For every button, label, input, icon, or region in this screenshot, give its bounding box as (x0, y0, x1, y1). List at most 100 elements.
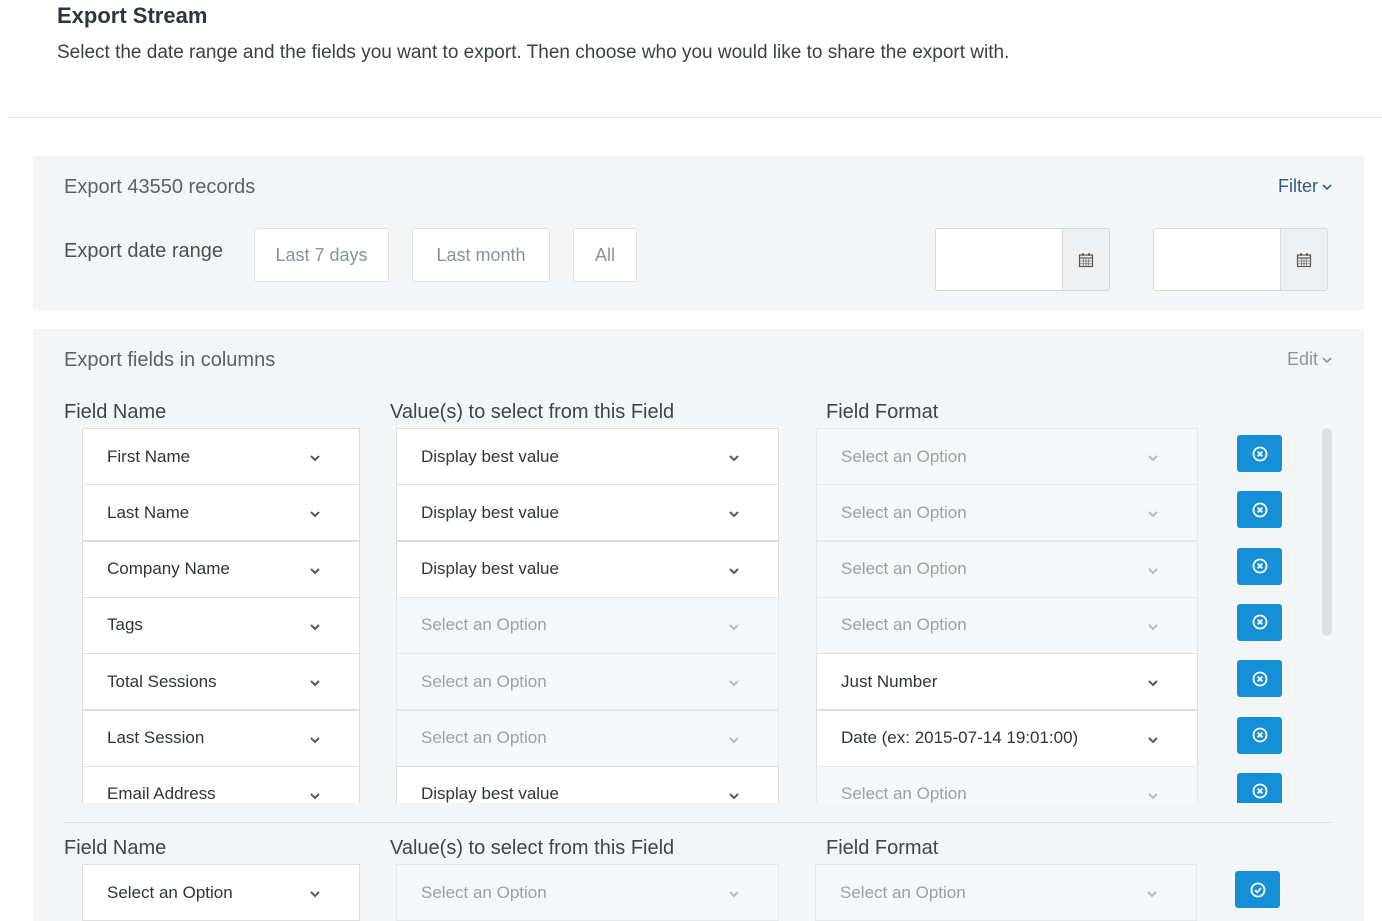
start-date-input[interactable] (936, 229, 1062, 290)
field-value-value: Display best value (421, 559, 559, 579)
end-date-input[interactable] (1154, 229, 1280, 290)
last-month-button[interactable]: Last month (412, 228, 550, 282)
remove-field-button[interactable] (1237, 491, 1282, 529)
record-count-title: Export 43550 records (64, 176, 256, 198)
field-value-value: Select an Option (421, 615, 547, 635)
page-title: Export Stream (57, 3, 208, 28)
chevron-down-icon (310, 511, 320, 518)
field-row: First Name Display best value Select an … (82, 428, 1322, 485)
field-value-select[interactable]: Display best value (396, 428, 779, 485)
field-value-value: Select an Option (421, 671, 547, 691)
field-name-select[interactable]: Email Address (82, 765, 360, 803)
remove-field-button[interactable] (1237, 716, 1282, 754)
field-name-value: Tags (107, 615, 143, 635)
chevron-down-icon (1322, 356, 1332, 363)
remove-circle-icon (1252, 783, 1267, 799)
field-format-value: Just Number (841, 671, 938, 691)
remove-field-button[interactable] (1237, 660, 1282, 698)
field-value-select[interactable]: Display best value (396, 765, 779, 803)
field-value-select[interactable]: Select an Option (396, 653, 779, 711)
field-value-select[interactable]: Select an Option (396, 709, 779, 767)
start-date-group (935, 228, 1110, 291)
new-format-select-value: Select an Option (840, 882, 966, 902)
chevron-down-icon (1148, 736, 1158, 743)
new-field-select[interactable]: Select an Option (82, 864, 360, 921)
field-format-select[interactable]: Select an Option (816, 484, 1198, 542)
remove-field-button[interactable] (1237, 603, 1282, 641)
field-rows-list[interactable]: First Name Display best value Select an … (82, 428, 1322, 803)
field-format-value: Select an Option (841, 446, 967, 466)
field-name-select[interactable]: Company Name (82, 540, 360, 598)
page-subtitle: Select the date range and the fields you… (57, 42, 1010, 63)
field-name-select[interactable]: Last Session (82, 709, 360, 767)
chevron-down-icon (1148, 624, 1158, 631)
new-format-select[interactable]: Select an Option (815, 864, 1197, 921)
chevron-down-icon (729, 891, 739, 898)
remove-field-button[interactable] (1237, 772, 1282, 803)
new-field-row: Select an Option Select an Option Select… (82, 864, 1322, 921)
field-name-select[interactable]: Last Name (82, 484, 360, 542)
new-field-name-header: Field Name (64, 837, 167, 859)
new-format-header: Field Format (826, 837, 939, 859)
chevron-down-icon (310, 455, 320, 462)
remove-circle-icon (1252, 446, 1267, 461)
end-date-picker-button[interactable] (1280, 229, 1327, 290)
all-button[interactable]: All (573, 228, 637, 282)
chevron-down-icon (1147, 891, 1157, 898)
field-rows-scrollbar[interactable] (1322, 428, 1332, 636)
remove-field-button[interactable] (1237, 435, 1282, 472)
calendar-icon (1078, 252, 1094, 267)
chevron-down-icon (729, 624, 739, 631)
filter-label: Filter (1278, 176, 1318, 196)
field-value-value: Display best value (421, 446, 559, 466)
field-value-select[interactable]: Display best value (396, 484, 779, 542)
fields-panel-title: Export fields in columns (64, 349, 276, 371)
remove-field-button[interactable] (1237, 547, 1282, 585)
remove-circle-icon (1252, 727, 1267, 743)
chevron-down-icon (729, 680, 739, 687)
edit-toggle[interactable]: Edit (1287, 349, 1332, 370)
field-value-value: Display best value (421, 502, 559, 522)
field-value-value: Display best value (421, 784, 559, 803)
field-format-select[interactable]: Just Number (816, 653, 1198, 711)
new-value-select[interactable]: Select an Option (396, 864, 779, 921)
values-header: Value(s) to select from this Field (390, 401, 675, 423)
field-format-select[interactable]: Date (ex: 2015-07-14 19:01:00) (816, 709, 1198, 767)
last-7-days-button[interactable]: Last 7 days (254, 228, 389, 282)
chevron-down-icon (310, 624, 320, 631)
remove-circle-icon (1252, 502, 1267, 518)
chevron-down-icon (310, 891, 320, 898)
chevron-down-icon (1148, 793, 1158, 800)
format-header: Field Format (826, 401, 939, 423)
field-format-value: Select an Option (841, 615, 967, 635)
field-format-select[interactable]: Select an Option (816, 596, 1198, 654)
field-name-value: Company Name (107, 559, 230, 579)
chevron-down-icon (1148, 511, 1158, 518)
field-name-select[interactable]: Total Sessions (82, 653, 360, 711)
field-format-select[interactable]: Select an Option (816, 428, 1198, 485)
field-name-value: Email Address (107, 784, 216, 803)
chevron-down-icon (310, 736, 320, 743)
chevron-down-icon (729, 511, 739, 518)
start-date-picker-button[interactable] (1062, 229, 1109, 290)
new-values-header: Value(s) to select from this Field (390, 837, 675, 859)
chevron-down-icon (1148, 680, 1158, 687)
remove-circle-icon (1252, 558, 1267, 574)
calendar-icon (1296, 252, 1312, 267)
date-range-panel: Export 43550 records Filter Export date … (33, 156, 1364, 310)
field-value-select[interactable]: Select an Option (396, 596, 779, 654)
end-date-group (1153, 228, 1328, 291)
field-row: Total Sessions Select an Option Just Num… (82, 653, 1322, 711)
field-format-select[interactable]: Select an Option (816, 540, 1198, 598)
add-field-button[interactable] (1235, 871, 1280, 908)
field-row: Company Name Display best value Select a… (82, 540, 1322, 598)
field-name-select[interactable]: First Name (82, 428, 360, 485)
field-row: Last Name Display best value Select an O… (82, 484, 1322, 542)
filter-toggle[interactable]: Filter (1278, 176, 1332, 197)
field-format-select[interactable]: Select an Option (816, 765, 1198, 803)
new-value-select-value: Select an Option (421, 882, 547, 902)
edit-label: Edit (1286, 349, 1318, 369)
field-name-header: Field Name (64, 401, 167, 423)
field-name-select[interactable]: Tags (82, 596, 360, 654)
field-value-select[interactable]: Display best value (396, 540, 779, 598)
